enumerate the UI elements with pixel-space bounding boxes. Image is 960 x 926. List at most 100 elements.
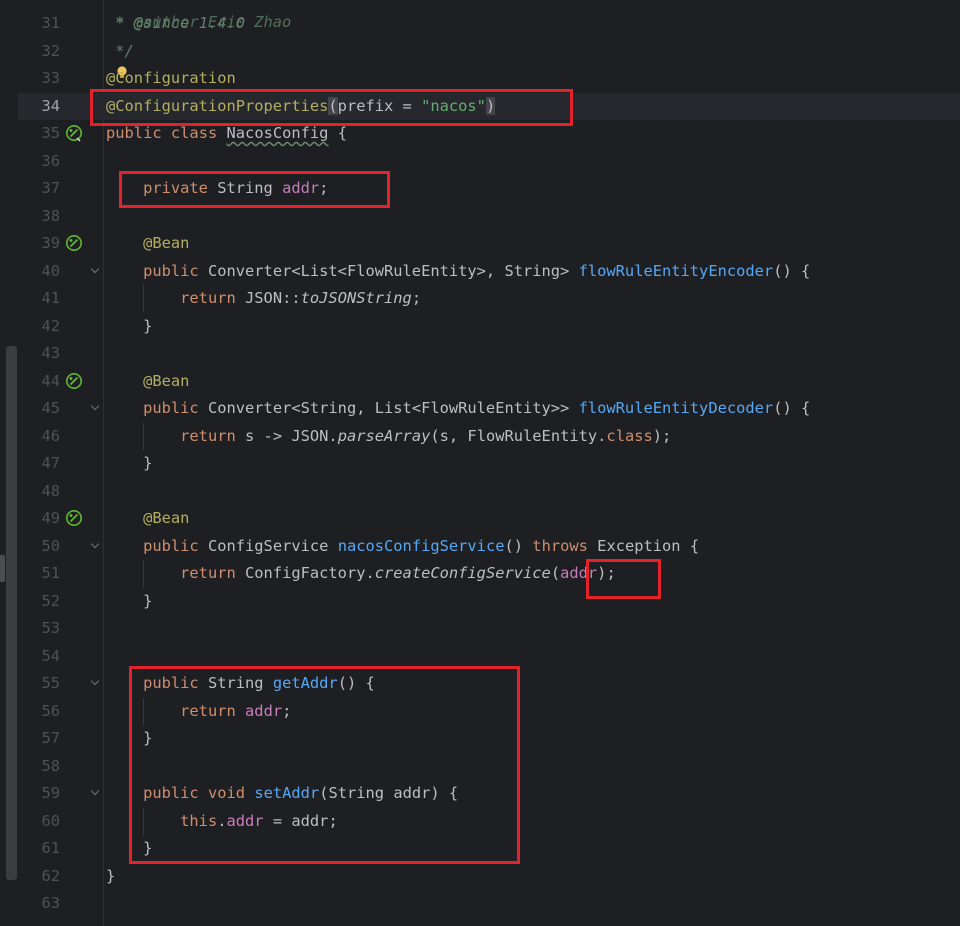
code-text[interactable]: this.addr = addr;: [106, 808, 338, 835]
code-text[interactable]: }: [106, 725, 152, 752]
code-line-63[interactable]: 63: [18, 890, 960, 917]
scrollbar-thumb[interactable]: [6, 346, 17, 880]
line-number[interactable]: 34: [18, 93, 60, 120]
code-text[interactable]: }: [106, 863, 115, 890]
line-number[interactable]: 52: [18, 588, 60, 615]
code-line-62[interactable]: 62}: [18, 863, 960, 890]
code-line-52[interactable]: 52 }: [18, 588, 960, 615]
line-number[interactable]: 44: [18, 368, 60, 395]
line-number[interactable]: 31: [18, 10, 60, 37]
line-number[interactable]: 35: [18, 120, 60, 147]
code-line-35[interactable]: 35 public class NacosConfig {: [18, 120, 960, 147]
line-number[interactable]: 51: [18, 560, 60, 587]
code-text[interactable]: return addr;: [106, 698, 291, 725]
line-number[interactable]: 40: [18, 258, 60, 285]
line-number[interactable]: 58: [18, 753, 60, 780]
line-number[interactable]: 33: [18, 65, 60, 92]
code-text[interactable]: public void setAddr(String addr) {: [106, 780, 458, 807]
code-text[interactable]: @Bean: [106, 230, 189, 257]
code-text[interactable]: public Converter<String, List<FlowRuleEn…: [106, 395, 810, 422]
fold-chevron-icon[interactable]: [90, 780, 102, 807]
code-editor[interactable]: * @author Eric Zhao 31 * @since 1.4.0 32 …: [0, 0, 960, 926]
code-line-51[interactable]: 51 return ConfigFactory.createConfigServ…: [18, 560, 960, 587]
code-line-57[interactable]: 57 }: [18, 725, 960, 752]
code-line-44[interactable]: 44 @Bean: [18, 368, 960, 395]
line-number[interactable]: 60: [18, 808, 60, 835]
code-text[interactable]: return s -> JSON.parseArray(s, FlowRuleE…: [106, 423, 671, 450]
code-text[interactable]: */: [106, 38, 134, 65]
code-line-49[interactable]: 49 @Bean: [18, 505, 960, 532]
code-text[interactable]: public Converter<List<FlowRuleEntity>, S…: [106, 258, 810, 285]
line-number[interactable]: 62: [18, 863, 60, 890]
line-number[interactable]: 37: [18, 175, 60, 202]
fold-chevron-icon[interactable]: [90, 533, 102, 560]
line-number[interactable]: 61: [18, 835, 60, 862]
code-line-45[interactable]: 45 public Converter<String, List<FlowRul…: [18, 395, 960, 422]
code-line-32[interactable]: 32 */: [18, 38, 960, 65]
spring-bean-icon[interactable]: [65, 509, 83, 527]
line-number[interactable]: 45: [18, 395, 60, 422]
code-line-31[interactable]: 31 * @since 1.4.0: [18, 10, 960, 37]
code-line-48[interactable]: 48: [18, 478, 960, 505]
line-number[interactable]: 55: [18, 670, 60, 697]
line-number[interactable]: 53: [18, 615, 60, 642]
code-line-34[interactable]: 34 @ConfigurationProperties(prefix = "nac…: [18, 92, 960, 120]
code-text[interactable]: @Bean: [106, 368, 189, 395]
code-text[interactable]: public class NacosConfig {: [106, 120, 347, 147]
line-number[interactable]: 47: [18, 450, 60, 477]
code-line-55[interactable]: 55 public String getAddr() {: [18, 670, 960, 697]
code-line-38[interactable]: 38: [18, 203, 960, 230]
code-line-61[interactable]: 61 }: [18, 835, 960, 862]
code-line-33[interactable]: 33 @Configuration: [18, 65, 960, 92]
code-line-53[interactable]: 53: [18, 615, 960, 642]
line-number[interactable]: 36: [18, 148, 60, 175]
code-line-50[interactable]: 50 public ConfigService nacosConfigServi…: [18, 533, 960, 560]
line-number[interactable]: 57: [18, 725, 60, 752]
line-number[interactable]: 43: [18, 340, 60, 367]
fold-chevron-icon[interactable]: [90, 670, 102, 697]
code-text[interactable]: @ConfigurationProperties(prefix = "nacos…: [106, 93, 496, 120]
code-line-47[interactable]: 47 }: [18, 450, 960, 477]
line-number[interactable]: 38: [18, 203, 60, 230]
fold-chevron-icon[interactable]: [90, 258, 102, 285]
code-line-56[interactable]: 56 return addr;: [18, 698, 960, 725]
code-text[interactable]: }: [106, 313, 152, 340]
code-line-37[interactable]: 37 private String addr;: [18, 175, 960, 202]
code-text[interactable]: @Configuration: [106, 65, 236, 92]
code-text[interactable]: * @since 1.4.0: [106, 10, 245, 37]
line-number[interactable]: 59: [18, 780, 60, 807]
line-number[interactable]: 46: [18, 423, 60, 450]
line-number[interactable]: 42: [18, 313, 60, 340]
code-line-40[interactable]: 40 public Converter<List<FlowRuleEntity>…: [18, 258, 960, 285]
line-number[interactable]: 49: [18, 505, 60, 532]
line-number[interactable]: 56: [18, 698, 60, 725]
code-text[interactable]: public ConfigService nacosConfigService(…: [106, 533, 699, 560]
code-text[interactable]: }: [106, 588, 152, 615]
code-line-54[interactable]: 54: [18, 643, 960, 670]
code-text[interactable]: @Bean: [106, 505, 189, 532]
code-line-60[interactable]: 60 this.addr = addr;: [18, 808, 960, 835]
line-number[interactable]: 39: [18, 230, 60, 257]
code-text[interactable]: }: [106, 450, 152, 477]
editor-scrollbar[interactable]: [0, 0, 18, 926]
code-line-36[interactable]: 36: [18, 148, 960, 175]
code-text[interactable]: public String getAddr() {: [106, 670, 375, 697]
code-text[interactable]: return JSON::toJSONString;: [106, 285, 421, 312]
spring-bean-icon[interactable]: [65, 234, 83, 252]
code-line-43[interactable]: 43: [18, 340, 960, 367]
line-number[interactable]: 41: [18, 285, 60, 312]
code-line-41[interactable]: 41 return JSON::toJSONString;: [18, 285, 960, 312]
line-number[interactable]: 32: [18, 38, 60, 65]
code-text[interactable]: return ConfigFactory.createConfigService…: [106, 560, 616, 587]
code-text[interactable]: private String addr;: [106, 175, 328, 202]
code-text[interactable]: }: [106, 835, 152, 862]
line-number[interactable]: 50: [18, 533, 60, 560]
line-number[interactable]: 48: [18, 478, 60, 505]
line-number[interactable]: 63: [18, 890, 60, 917]
code-line-58[interactable]: 58: [18, 753, 960, 780]
spring-bean-icon[interactable]: [65, 124, 83, 142]
spring-bean-icon[interactable]: [65, 372, 83, 390]
code-line-59[interactable]: 59 public void setAddr(String addr) {: [18, 780, 960, 807]
code-line-39[interactable]: 39 @Bean: [18, 230, 960, 257]
fold-chevron-icon[interactable]: [90, 395, 102, 422]
